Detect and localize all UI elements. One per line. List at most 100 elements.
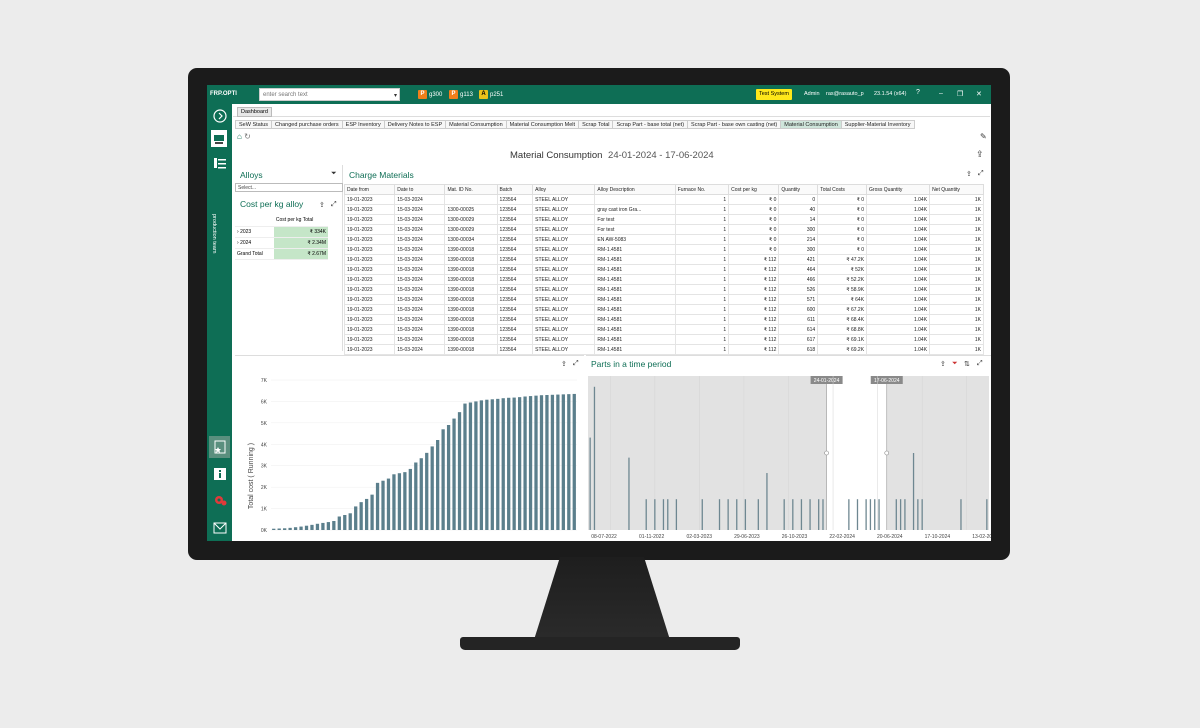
table-row[interactable]: 19-01-2023 15-03-2024 1390-00018 123564 STEE… — [343, 324, 984, 335]
column-header[interactable]: Quantity — [778, 184, 819, 195]
bar[interactable] — [321, 522, 325, 530]
bar[interactable] — [436, 440, 440, 530]
bar[interactable] — [628, 457, 630, 530]
bar[interactable] — [375, 482, 380, 530]
help-button[interactable]: ? — [916, 89, 920, 96]
column-header[interactable]: Alloy Description — [594, 184, 676, 195]
bar[interactable] — [315, 523, 320, 530]
bar[interactable] — [921, 499, 923, 530]
bar[interactable] — [457, 412, 462, 530]
bar[interactable] — [757, 499, 759, 530]
bar[interactable] — [550, 394, 555, 530]
bar[interactable] — [818, 499, 820, 530]
table-row[interactable]: › 2024 ₹ 2.34M — [235, 237, 328, 249]
sort-icon[interactable]: ⇅ — [964, 360, 970, 368]
table-row[interactable]: 19-01-2023 15-03-2024 1390-00018 123564 STEE… — [343, 304, 984, 315]
bar[interactable] — [783, 499, 785, 530]
bar[interactable] — [822, 499, 824, 530]
bar[interactable] — [865, 499, 867, 530]
bar[interactable] — [326, 522, 331, 530]
home-icon[interactable]: ⌂ — [237, 132, 242, 141]
bar[interactable] — [392, 474, 396, 530]
export-icon[interactable]: ⇪ — [561, 360, 567, 368]
bar[interactable] — [766, 473, 768, 530]
bar[interactable] — [534, 395, 538, 530]
bar[interactable] — [452, 418, 456, 530]
bar[interactable] — [507, 397, 511, 530]
bar[interactable] — [441, 429, 445, 530]
table-row[interactable]: 19-01-2023 15-03-2024 1300-00029 123564 STEE… — [343, 224, 984, 235]
bar[interactable] — [479, 400, 484, 530]
expand-icon[interactable]: ⤢ — [977, 360, 983, 368]
bar[interactable] — [468, 402, 473, 531]
mail-icon[interactable] — [210, 519, 229, 536]
bar[interactable] — [744, 499, 747, 530]
bar[interactable] — [528, 396, 533, 530]
bar[interactable] — [425, 452, 429, 530]
tab-1[interactable]: Changed purchase orders — [271, 120, 343, 129]
bar[interactable] — [912, 453, 915, 530]
bar[interactable] — [299, 526, 303, 530]
tab-4[interactable]: Material Consumption — [445, 120, 507, 129]
dashboard-tab[interactable]: Dashboard — [237, 107, 272, 117]
chevron-down-icon[interactable]: ▾ — [394, 92, 397, 99]
test-system-badge[interactable]: Test System — [756, 89, 792, 100]
bar[interactable] — [332, 521, 336, 530]
expand-icon[interactable]: ⤢ — [978, 170, 984, 178]
bar[interactable] — [337, 516, 341, 531]
tree-menu-icon[interactable] — [210, 154, 229, 171]
bar[interactable] — [675, 499, 678, 530]
filter-icon[interactable]: ⏷ — [331, 170, 337, 178]
bar[interactable] — [848, 499, 850, 530]
bar[interactable] — [701, 499, 703, 530]
gauge-p251[interactable]: A p251 — [479, 89, 503, 100]
bar[interactable] — [288, 527, 292, 530]
bar[interactable] — [370, 494, 374, 530]
search-input[interactable]: enter search text ▾ — [259, 88, 400, 101]
table-row[interactable]: 19-01-2023 15-03-2024 1390-00018 123564 STEE… — [343, 274, 984, 285]
settings-gear-icon[interactable] — [210, 491, 229, 508]
export-icon[interactable]: ⇪ — [966, 170, 972, 178]
bar[interactable] — [381, 480, 385, 530]
tab-9[interactable]: Material Consumption — [780, 120, 842, 129]
bar[interactable] — [567, 394, 571, 530]
table-row[interactable]: 19-01-2023 15-03-2024 1300-00034 123564 STEE… — [343, 234, 984, 245]
column-header[interactable]: Total Costs — [817, 184, 868, 195]
bar[interactable] — [490, 399, 494, 530]
export-icon[interactable]: ⇪ — [940, 360, 946, 368]
bar[interactable] — [304, 525, 309, 530]
clear-filter-icon[interactable]: ⏷ — [952, 360, 958, 368]
column-header[interactable]: Mat. ID No. — [444, 184, 498, 195]
maximize-icon[interactable]: ❐ — [957, 90, 963, 98]
bar[interactable] — [593, 386, 596, 530]
bar[interactable] — [408, 468, 412, 530]
column-header[interactable]: Cost per kg — [728, 184, 780, 195]
user-label[interactable]: Admin — [804, 91, 820, 97]
bar[interactable] — [512, 397, 516, 530]
bar[interactable] — [589, 437, 591, 530]
column-header[interactable]: Gross Quantity — [866, 184, 931, 195]
bar[interactable] — [496, 398, 500, 530]
table-row[interactable]: 19-01-2023 15-03-2024 1390-00018 123564 STEE… — [343, 334, 984, 345]
expand-icon[interactable]: ⤢ — [331, 201, 337, 209]
column-header[interactable]: Batch — [496, 184, 534, 195]
bar[interactable] — [403, 472, 407, 530]
refresh-icon[interactable]: ↻ — [244, 132, 251, 141]
bar[interactable] — [856, 499, 859, 530]
tab-0[interactable]: SeW Status — [235, 120, 273, 129]
bar[interactable] — [960, 499, 962, 530]
bar[interactable] — [986, 499, 988, 530]
table-row[interactable]: 19-01-2023 15-03-2024 1390-00018 123564 STEE… — [343, 314, 984, 325]
bar[interactable] — [572, 393, 576, 530]
bar[interactable] — [414, 462, 418, 531]
bar[interactable] — [283, 528, 287, 530]
bar[interactable] — [667, 499, 669, 530]
bar[interactable] — [539, 395, 544, 530]
expand-nav-icon[interactable] — [210, 107, 229, 124]
table-row[interactable]: 19-01-2023 15-03-2024 1390-00018 123564 STEE… — [343, 344, 984, 355]
bar[interactable] — [277, 528, 281, 531]
bar[interactable] — [523, 396, 527, 531]
bar[interactable] — [917, 499, 919, 530]
bar[interactable] — [904, 499, 906, 530]
table-row[interactable]: 19-01-2023 15-03-2024 1390-00018 123564 STEE… — [343, 264, 984, 275]
